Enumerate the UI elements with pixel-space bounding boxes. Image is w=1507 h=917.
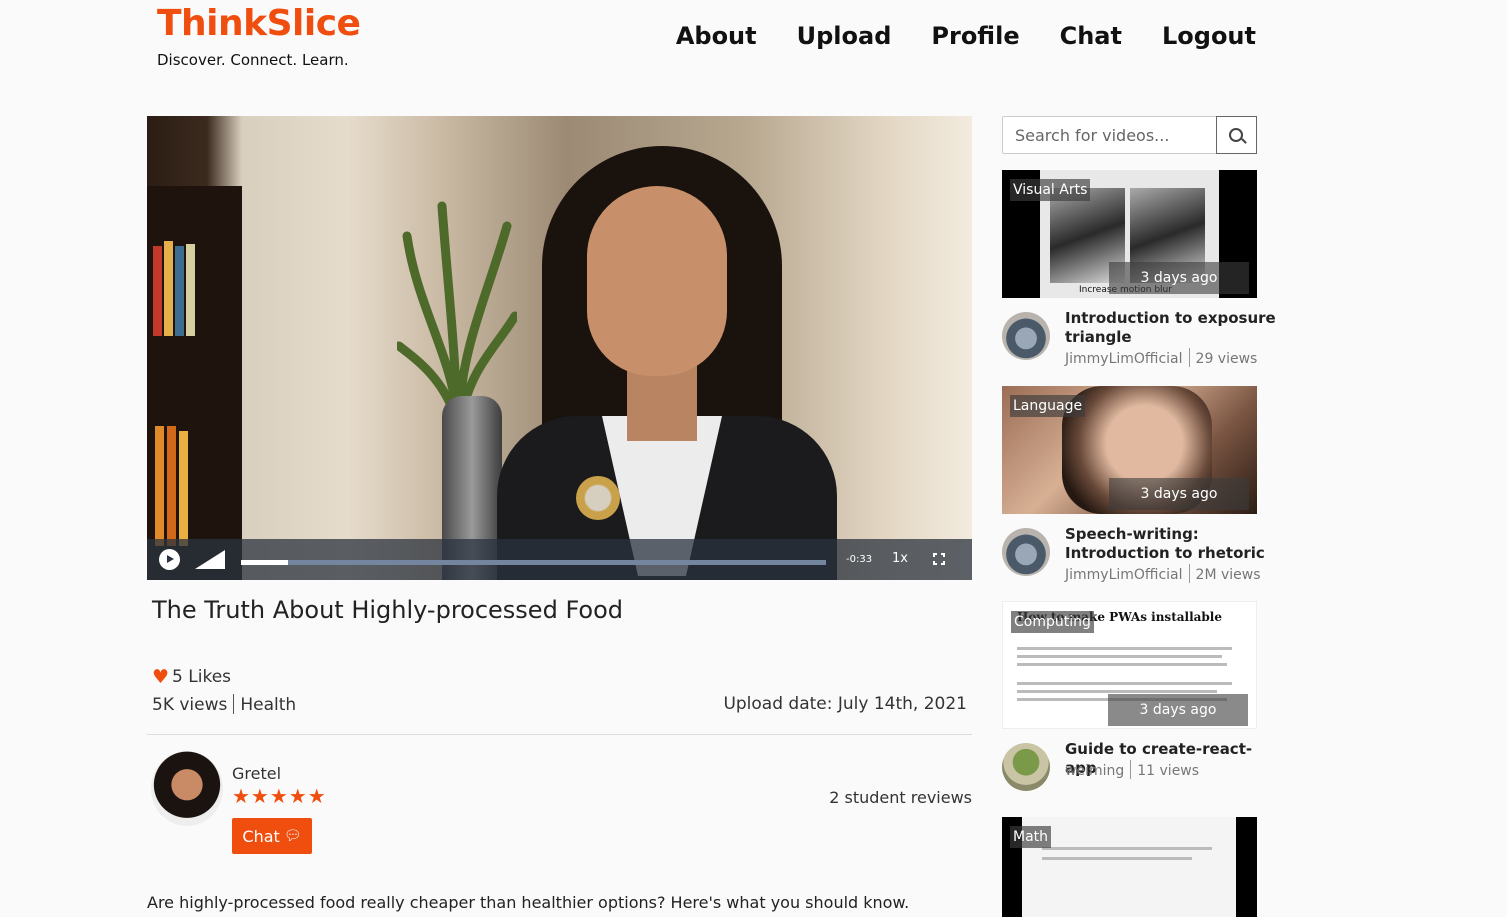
view-count: 11 views (1137, 763, 1200, 779)
category-badge: Visual Arts (1010, 179, 1091, 201)
nav-profile[interactable]: Profile (931, 22, 1019, 50)
video-card-meta: JimmyLimOfficial 2M views (1065, 564, 1261, 583)
video-card[interactable]: Language 3 days ago Speech-writing: Intr… (1002, 386, 1282, 594)
video-thumbnail[interactable]: Language 3 days ago (1002, 386, 1257, 514)
category-badge: Math (1010, 826, 1052, 848)
video-card-meta: JimmyLimOfficial 29 views (1065, 348, 1257, 367)
search-input[interactable] (1002, 116, 1216, 154)
video-card-info: Speech-writing: Introduction to rhetoric… (1002, 514, 1282, 594)
video-thumbnail[interactable]: Math (1002, 817, 1257, 917)
separator (1188, 348, 1190, 367)
book (175, 246, 184, 336)
upload-date: Upload date: July 14th, 2021 (723, 694, 967, 714)
channel-avatar[interactable] (1002, 743, 1050, 791)
nav-chat[interactable]: Chat (1060, 22, 1122, 50)
review-count[interactable]: 2 student reviews (829, 788, 972, 807)
text-line (1017, 663, 1227, 666)
view-count: 5K views (152, 695, 228, 715)
text-line (1042, 847, 1212, 850)
channel-name[interactable]: weiming (1065, 763, 1124, 779)
channel-name[interactable]: JimmyLimOfficial (1065, 351, 1183, 367)
plant (397, 201, 517, 421)
video-card-title[interactable]: Introduction to exposure triangle (1065, 309, 1280, 347)
text-line (1042, 857, 1192, 860)
view-count: 29 views (1195, 351, 1258, 367)
author-name[interactable]: Gretel (232, 764, 281, 783)
video-card[interactable]: How to make PWAs installable Computing 3… (1002, 601, 1282, 809)
video-thumbnail[interactable]: Increase motion blur Visual Arts 3 days … (1002, 170, 1257, 298)
chat-label: Chat (242, 826, 280, 846)
separator (1188, 564, 1190, 583)
likes[interactable]: ♥ 5 Likes (152, 666, 231, 688)
book (167, 426, 176, 546)
heart-icon[interactable]: ♥ (152, 666, 169, 688)
video-card-title[interactable]: Speech-writing: Introduction to rhetoric (1065, 525, 1280, 563)
video-card[interactable]: Increase motion blur Visual Arts 3 days … (1002, 170, 1282, 378)
video-card-info: Introduction to exposure triangle JimmyL… (1002, 298, 1282, 378)
upload-age: 3 days ago (1109, 262, 1249, 294)
nav-about[interactable]: About (676, 22, 757, 50)
bookshelf (147, 186, 242, 580)
author-avatar[interactable] (151, 751, 223, 826)
chat-bubble-icon: 💬︎ (283, 828, 302, 844)
fullscreen-icon[interactable] (933, 553, 945, 565)
video-card[interactable]: Math (1002, 817, 1282, 917)
book (186, 244, 195, 336)
book (179, 431, 188, 546)
text-line (1017, 647, 1232, 650)
brand-name[interactable]: ThinkSlice (157, 4, 361, 44)
search-bar (1002, 116, 1257, 154)
player-controls: -0:33 1x (147, 539, 972, 580)
playback-rate-button[interactable]: 1x (892, 551, 908, 566)
progress-bar[interactable] (241, 560, 826, 565)
nav-logout[interactable]: Logout (1162, 22, 1256, 50)
text-line (1017, 655, 1222, 658)
volume-icon[interactable] (195, 550, 225, 569)
separator (1130, 760, 1132, 779)
video-meta: 5K views Health (152, 694, 296, 715)
search-icon[interactable] (1216, 116, 1257, 154)
presenter-face (587, 186, 727, 376)
text-line (1017, 690, 1217, 693)
pendant (576, 476, 620, 520)
chat-button[interactable]: Chat 💬︎ (232, 818, 312, 854)
video-category[interactable]: Health (240, 695, 296, 715)
book (153, 246, 162, 336)
category-badge: Computing (1011, 611, 1094, 633)
channel-avatar[interactable] (1002, 312, 1050, 360)
category-badge: Language (1010, 395, 1086, 417)
channel-name[interactable]: JimmyLimOfficial (1065, 567, 1183, 583)
likes-count: 5 Likes (172, 667, 232, 687)
video-card-meta: weiming 11 views (1065, 760, 1199, 779)
time-remaining: -0:33 (846, 554, 873, 565)
main-nav: About Upload Profile Chat Logout (676, 22, 1256, 50)
video-title: The Truth About Highly-processed Food (152, 596, 623, 624)
book (155, 426, 164, 546)
nav-upload[interactable]: Upload (797, 22, 892, 50)
video-frame (147, 116, 972, 580)
brand-tagline: Discover. Connect. Learn. (157, 51, 349, 69)
separator (233, 694, 235, 714)
view-count: 2M views (1195, 567, 1261, 583)
upload-age: 3 days ago (1108, 694, 1248, 726)
rating-stars: ★★★★★ (232, 784, 327, 808)
video-player[interactable]: -0:33 1x (147, 116, 972, 580)
upload-age: 3 days ago (1109, 478, 1249, 510)
divider (147, 734, 972, 735)
video-card-info: Guide to create-react-app weiming 11 view… (1002, 729, 1282, 809)
video-thumbnail[interactable]: How to make PWAs installable Computing 3… (1002, 601, 1257, 729)
brand[interactable]: ThinkSlice Discover. Connect. Learn. (157, 4, 361, 70)
text-line (1017, 682, 1232, 685)
video-description: Are highly-processed food really cheaper… (147, 893, 910, 912)
channel-avatar[interactable] (1002, 528, 1050, 576)
play-icon[interactable] (159, 549, 180, 570)
book (164, 241, 173, 336)
progress-fill (241, 560, 288, 565)
